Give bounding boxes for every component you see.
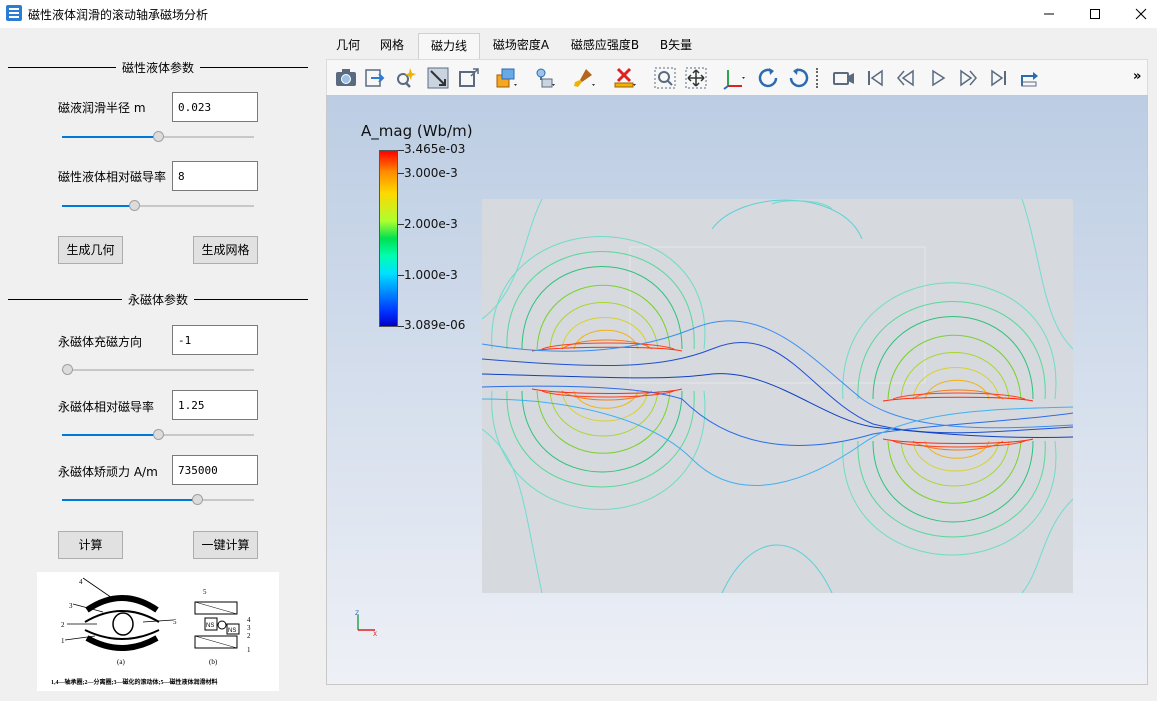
coercivity-input[interactable]: 735000	[172, 455, 258, 485]
record-icon[interactable]	[832, 66, 856, 90]
fit-view-icon[interactable]	[457, 66, 481, 90]
one-click-compute-button[interactable]: 一键计算	[193, 531, 258, 559]
generate-mesh-button[interactable]: 生成网格	[193, 236, 258, 264]
maximize-button[interactable]	[1072, 0, 1118, 28]
window-title: 磁性液体润滑的滚动轴承磁场分析	[28, 8, 209, 22]
legend-tick-1: 1.000e-3	[404, 268, 458, 282]
slider-handle[interactable]	[152, 131, 164, 142]
magnet-permeability-slider[interactable]	[62, 428, 254, 442]
render-toolbar: »	[326, 59, 1148, 95]
color-by-icon[interactable]	[494, 66, 518, 90]
export-icon[interactable]	[363, 66, 387, 90]
magnet-permeability-input[interactable]: 1.25	[172, 390, 258, 420]
radius-slider[interactable]	[62, 130, 254, 144]
tab-mesh[interactable]: 网格	[370, 33, 414, 59]
radius-label: 磁液润滑半径 m	[58, 101, 146, 115]
slider-handle[interactable]	[128, 200, 140, 211]
axis-z-label: Z	[355, 610, 359, 617]
colorbar	[379, 150, 398, 327]
svg-text:3: 3	[69, 602, 73, 610]
bearing-diagram: 4 3 2 1 5 (a) NS NS 5 4 3 2 1 (b) 1,4—轴承…	[51, 577, 251, 686]
group-title: 永磁体参数	[121, 293, 194, 307]
figure-label-b: (b)	[209, 658, 218, 666]
maximize-icon	[1090, 9, 1100, 19]
svg-text:2: 2	[61, 621, 65, 629]
generate-geometry-button[interactable]: 生成几何	[58, 236, 123, 264]
reset-view-icon[interactable]	[426, 66, 450, 90]
group-title: 磁性液体参数	[115, 61, 200, 75]
svg-text:5: 5	[173, 618, 177, 626]
app-icon	[6, 5, 22, 21]
pan-icon[interactable]	[684, 66, 708, 90]
svg-text:1: 1	[247, 646, 251, 654]
slider-handle[interactable]	[152, 429, 164, 440]
svg-text:4: 4	[247, 616, 251, 624]
light-icon[interactable]	[532, 66, 556, 90]
close-icon	[1135, 8, 1147, 20]
camera-icon[interactable]	[334, 66, 358, 90]
legend-max-label: 3.465e-03	[404, 142, 466, 156]
magnet-direction-slider[interactable]	[62, 363, 254, 377]
svg-text:5: 5	[203, 588, 207, 596]
svg-text:2: 2	[247, 632, 251, 640]
coercivity-label: 永磁体矫顽力 A/m	[58, 465, 158, 479]
legend-min-label: 3.089e-06	[404, 318, 466, 332]
tab-geometry[interactable]: 几何	[326, 33, 370, 59]
field-line-plot	[482, 199, 1073, 593]
legend-tick-3: 3.000e-3	[404, 166, 458, 180]
minimize-button[interactable]	[1026, 0, 1072, 28]
svg-text:3: 3	[247, 624, 251, 632]
radius-input[interactable]: 0.023	[172, 92, 258, 122]
tab-magnetic-field-lines[interactable]: 磁力线	[418, 33, 480, 59]
toolbar-separator	[816, 68, 818, 88]
render-viewport[interactable]: A_mag (Wb/m) 3.465e-03 3.000e-3 2.000e-3…	[326, 95, 1148, 685]
bearing-schematic-figure: 4 3 2 1 5 (a) NS NS 5 4 3 2 1 (b) 1,4—轴承…	[37, 572, 279, 691]
permeability-label: 磁性液体相对磁导率	[58, 170, 167, 184]
permeability-slider[interactable]	[62, 199, 254, 213]
loop-icon[interactable]	[1018, 66, 1042, 90]
last-frame-icon[interactable]	[987, 66, 1011, 90]
magnet-group-header: 永磁体参数	[8, 291, 308, 307]
parameter-panel: 磁性液体参数 磁液润滑半径 m 0.023 磁性液体相对磁导率 8 生成几何 生…	[0, 28, 322, 701]
permeability-input[interactable]: 8	[172, 161, 258, 191]
axis-x-label: X	[373, 631, 377, 636]
compute-button[interactable]: 计算	[58, 531, 123, 559]
first-frame-icon[interactable]	[863, 66, 887, 90]
tab-b-vector[interactable]: B矢量	[654, 33, 698, 59]
figure-caption: 1,4—轴承圈;2—分离圈;3—磁化的滚动体;5—磁性液体润滑材料	[51, 678, 218, 686]
tab-field-density-a[interactable]: 磁场密度A	[486, 33, 556, 59]
prev-frame-icon[interactable]	[894, 66, 918, 90]
rotate-ccw-icon[interactable]	[787, 66, 811, 90]
next-frame-icon[interactable]	[956, 66, 980, 90]
legend-tick-2: 2.000e-3	[404, 217, 458, 231]
clear-icon[interactable]	[613, 66, 637, 90]
magnetic-fluid-group-header: 磁性液体参数	[8, 59, 308, 75]
svg-text:NS: NS	[228, 628, 236, 634]
brush-icon[interactable]	[572, 66, 596, 90]
orientation-axes: Z X	[355, 610, 377, 636]
coercivity-slider[interactable]	[62, 493, 254, 507]
zoom-wand-icon[interactable]	[394, 66, 418, 90]
figure-label-a: (a)	[117, 658, 125, 666]
magnet-permeability-label: 永磁体相对磁导率	[58, 400, 155, 414]
play-icon[interactable]	[926, 66, 950, 90]
tab-induction-b[interactable]: 磁感应强度B	[564, 33, 646, 59]
magnet-direction-input[interactable]: -1	[172, 325, 258, 355]
rotate-cw-icon[interactable]	[756, 66, 780, 90]
svg-text:4: 4	[79, 578, 83, 586]
slider-handle[interactable]	[62, 364, 73, 375]
svg-text:1: 1	[61, 637, 65, 645]
axes-icon[interactable]	[722, 66, 746, 90]
slider-handle[interactable]	[192, 494, 204, 505]
title-bar: 磁性液体润滑的滚动轴承磁场分析	[0, 0, 1157, 28]
svg-text:NS: NS	[206, 623, 214, 629]
close-button[interactable]	[1118, 0, 1157, 28]
minimize-icon	[1044, 13, 1054, 15]
overflow-icon[interactable]: »	[1133, 69, 1141, 84]
application-window: 磁性液体润滑的滚动轴承磁场分析 磁性液体参数 磁液润滑半径 m 0.023 磁性…	[0, 0, 1157, 701]
magnet-direction-label: 永磁体充磁方向	[58, 335, 143, 349]
legend-title: A_mag (Wb/m)	[361, 122, 473, 140]
zoom-box-icon[interactable]	[653, 66, 677, 90]
